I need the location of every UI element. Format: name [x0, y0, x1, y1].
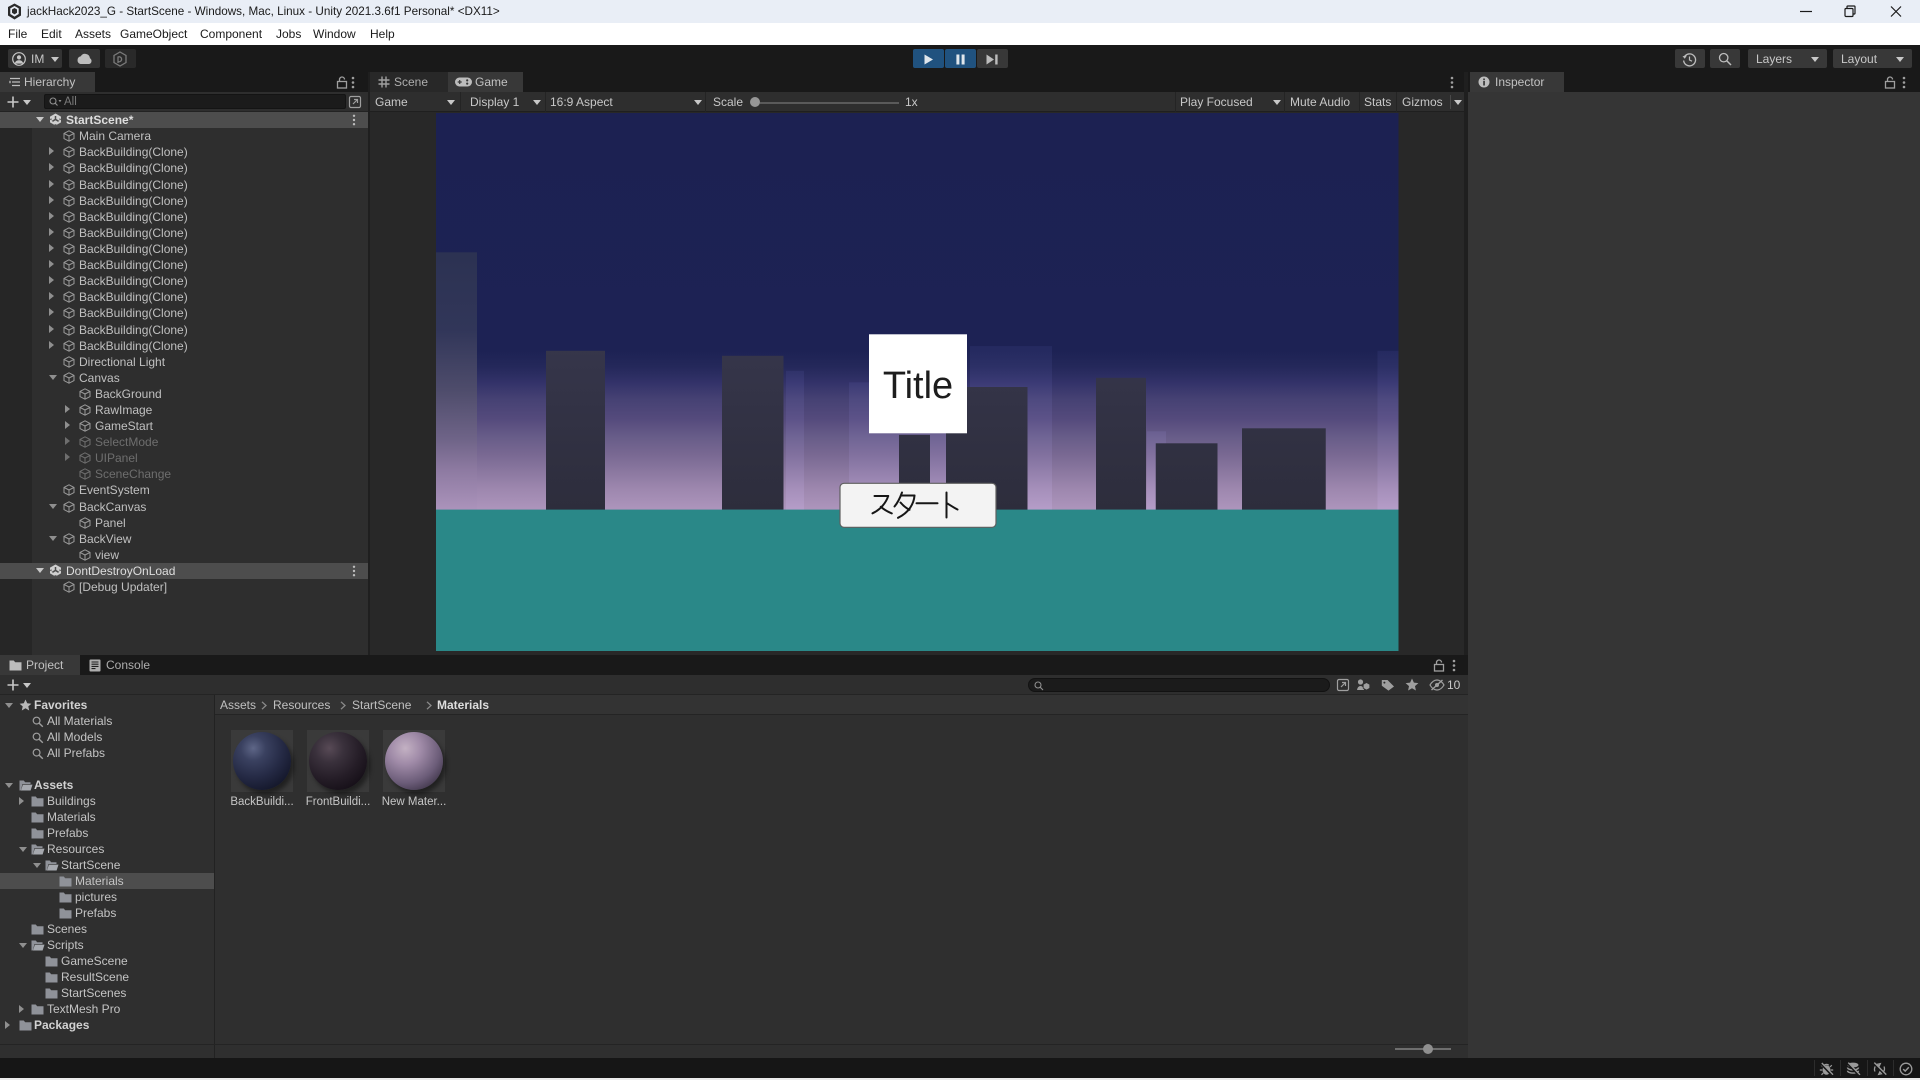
svg-text:Title: Title [883, 365, 953, 407]
